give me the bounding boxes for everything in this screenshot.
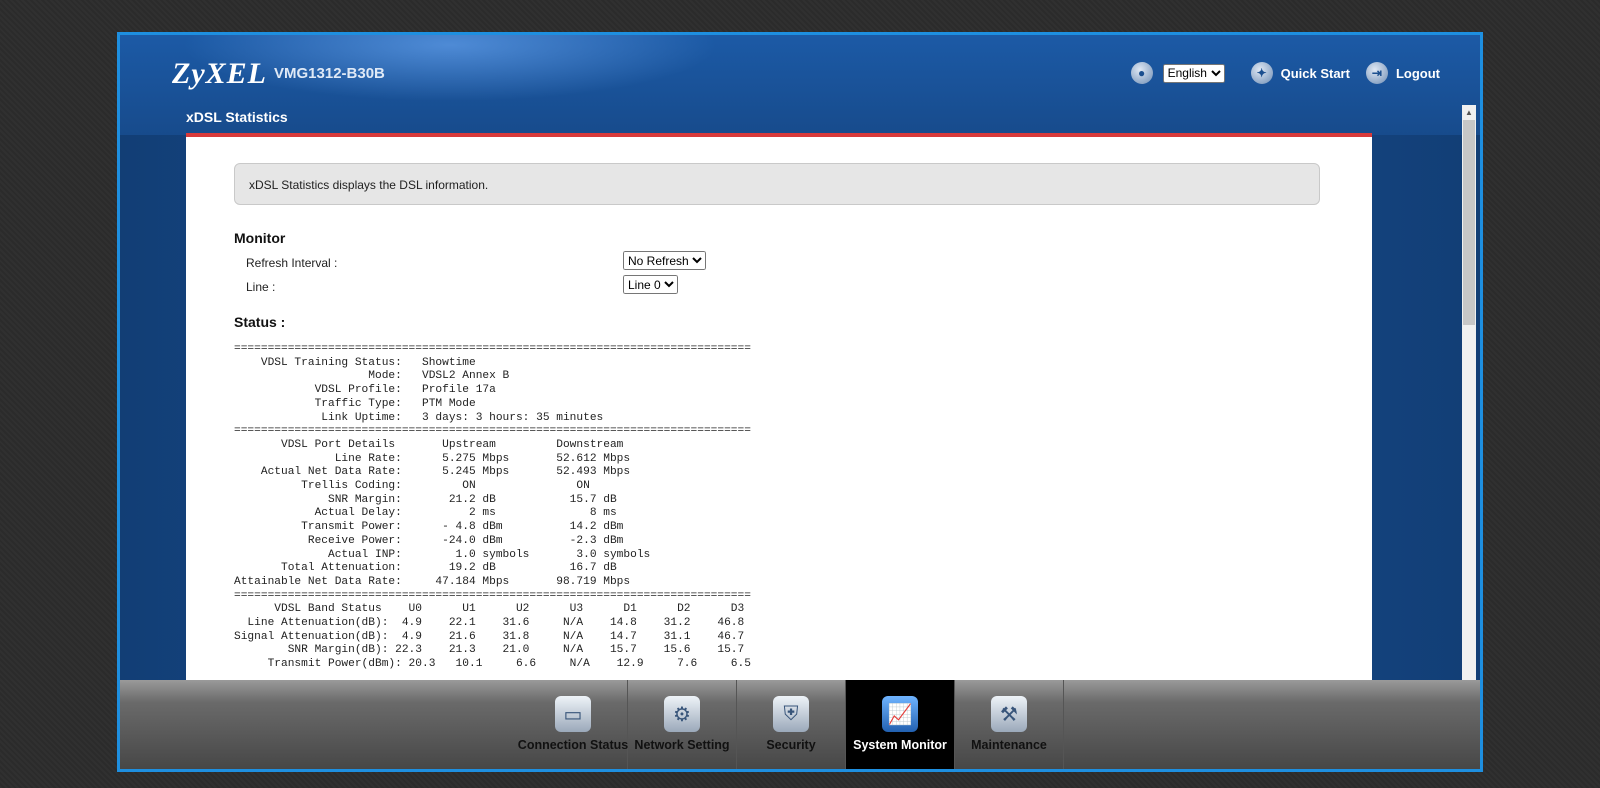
shield-icon: ⛨ [773,696,809,732]
info-box: xDSL Statistics displays the DSL informa… [234,163,1320,205]
nav-label: Network Setting [634,738,730,752]
nav-system-monitor[interactable]: 📈 System Monitor [846,680,955,769]
refresh-interval-label: Refresh Interval : [246,256,338,270]
scroll-up-icon[interactable]: ▲ [1462,105,1476,119]
gear-icon: ⚙ [664,696,700,732]
router-window: ZyXEL VMG1312-B30B ● English ✦ Quick Sta… [117,32,1483,772]
header-banner [120,35,1480,135]
header-actions: ● English ✦ Quick Start ⇥ Logout [1130,62,1440,84]
dsl-status-text: ========================================… [234,343,751,671]
line-select[interactable]: Line 0 [623,275,678,294]
tools-icon: ⚒ [991,696,1027,732]
zyxel-logo: ZyXEL [172,57,267,90]
language-select[interactable]: English [1162,63,1225,83]
nav-connection-status[interactable]: ▭ Connection Status [517,680,629,769]
nav-label: Security [766,738,816,752]
quick-start-link[interactable]: ✦ Quick Start [1250,62,1350,84]
scroll-thumb[interactable] [1463,120,1475,325]
nav-security[interactable]: ⛨ Security [737,680,846,769]
monitor-heading: Monitor [234,230,286,246]
nav-label: Connection Status [517,738,629,752]
content-panel: xDSL Statistics displays the DSL informa… [186,133,1372,717]
nav-network-setting[interactable]: ⚙ Network Setting [628,680,737,769]
bottom-navigation: ▭ Connection Status ⚙ Network Setting ⛨ Secur… [120,680,1480,769]
chart-icon: 📈 [882,696,918,732]
model-name: VMG1312-B30B [274,65,385,82]
page-title: xDSL Statistics [186,109,288,125]
nav-label: Maintenance [971,738,1047,752]
nav-maintenance[interactable]: ⚒ Maintenance [955,680,1064,769]
logout-link[interactable]: ⇥ Logout [1365,62,1440,84]
language-icon: ● [1130,62,1153,84]
line-label: Line : [246,280,276,294]
status-heading: Status : [234,314,286,330]
refresh-interval-select[interactable]: No Refresh [623,251,706,270]
page-scrollbar[interactable]: ▲ [1462,105,1476,697]
connection-status-icon: ▭ [555,696,591,732]
wand-icon: ✦ [1250,62,1273,84]
nav-label: System Monitor [853,738,947,752]
logout-icon: ⇥ [1365,62,1388,84]
